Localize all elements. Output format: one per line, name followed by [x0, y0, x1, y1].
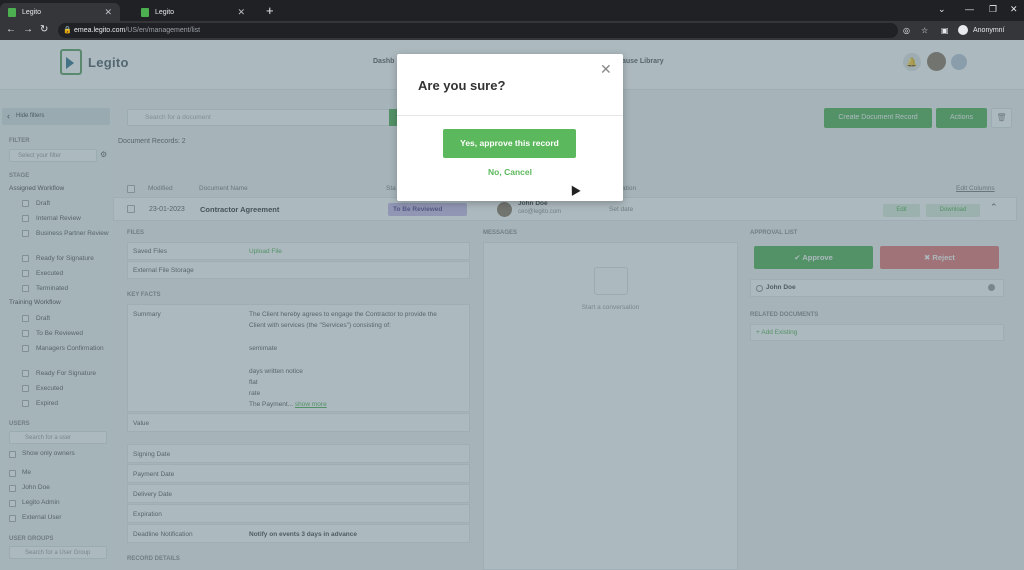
browser-tab[interactable]: Legito ✕: [133, 3, 253, 21]
incognito-icon: [958, 25, 968, 35]
close-icon[interactable]: ✕: [600, 61, 612, 78]
close-window-icon[interactable]: ✕: [1010, 4, 1018, 15]
new-tab-icon[interactable]: +: [266, 3, 274, 18]
minimize-icon[interactable]: —: [965, 4, 974, 14]
side-panel-icon[interactable]: ▣: [941, 26, 949, 35]
forward-icon[interactable]: →: [23, 24, 33, 35]
browser-address-bar: ← → ↻ 🔒 emea.legito.com/US/en/management…: [0, 21, 1024, 40]
approve-confirm-button[interactable]: Yes, approve this record: [443, 129, 576, 158]
browser-tab-bar: Legito ✕ Legito ✕ + ⌄ — ❐ ✕: [0, 0, 1024, 21]
tab-title: Legito: [155, 8, 175, 16]
cancel-button[interactable]: No, Cancel: [397, 167, 623, 177]
url-path: /US/en/management/list: [125, 27, 201, 34]
divider: [397, 115, 623, 116]
back-icon[interactable]: ←: [6, 24, 16, 35]
maximize-icon[interactable]: ❐: [989, 4, 997, 15]
profile-button[interactable]: Anonymní: [958, 25, 1005, 35]
close-tab-icon[interactable]: ✕: [104, 7, 112, 18]
confirm-dialog: Are you sure? ✕ Yes, approve this record…: [397, 54, 623, 201]
browser-tab[interactable]: Legito ✕: [0, 3, 120, 21]
lock-icon: 🔒: [63, 27, 72, 34]
eye-off-icon[interactable]: ◎: [903, 26, 910, 35]
legito-favicon-icon: [141, 7, 149, 17]
close-tab-icon[interactable]: ✕: [237, 7, 245, 18]
reload-icon[interactable]: ↻: [40, 24, 48, 35]
legito-favicon-icon: [8, 7, 16, 17]
url-host: emea.legito.com: [74, 27, 126, 34]
dialog-title: Are you sure?: [418, 78, 506, 93]
tab-title: Legito: [22, 8, 42, 16]
url-field[interactable]: 🔒 emea.legito.com/US/en/management/list: [58, 23, 898, 38]
star-icon[interactable]: ☆: [921, 26, 928, 35]
profile-label: Anonymní: [973, 26, 1005, 34]
tab-search-icon[interactable]: ⌄: [938, 4, 946, 15]
